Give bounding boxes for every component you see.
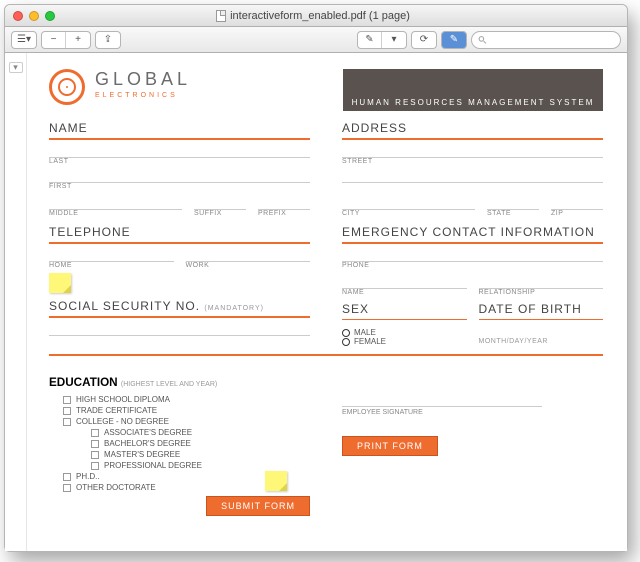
sex-section: SEX MALE FEMALE bbox=[342, 302, 467, 346]
edu-trade-checkbox[interactable]: TRADE CERTIFICATE bbox=[63, 406, 310, 415]
annotate-menu-button[interactable]: ▾ bbox=[382, 32, 406, 48]
edu-master-checkbox[interactable]: MASTER'S DEGREE bbox=[91, 450, 310, 459]
ec-rel-input[interactable] bbox=[479, 279, 604, 289]
edu-bachelor-checkbox[interactable]: BACHELOR'S DEGREE bbox=[91, 439, 310, 448]
name-section: NAME LAST FIRST MIDDLE SUFFIX PREFIX bbox=[49, 121, 310, 217]
dob-section: DATE OF BIRTH MONTH/DAY/YEAR bbox=[479, 302, 604, 346]
suffix-input[interactable] bbox=[194, 200, 246, 210]
rotate-button[interactable]: ⟳ bbox=[412, 32, 436, 48]
edu-associate-checkbox[interactable]: ASSOCIATE'S DEGREE bbox=[91, 428, 310, 437]
markup-toggle-button[interactable]: ✎ bbox=[442, 32, 466, 48]
prefix-input[interactable] bbox=[258, 200, 310, 210]
home-phone-input[interactable] bbox=[49, 252, 174, 262]
share-button[interactable]: ⇪ bbox=[96, 32, 120, 48]
zoom-window-button[interactable] bbox=[45, 11, 55, 21]
ssn-input[interactable] bbox=[49, 326, 310, 336]
pdf-page: GLOBAL ELECTRONICS HUMAN RESOURCES MANAG… bbox=[35, 59, 617, 541]
zoom-out-button[interactable]: − bbox=[42, 32, 66, 48]
edu-college-nd-checkbox[interactable]: COLLEGE - NO DEGREE bbox=[63, 417, 310, 426]
company-logo-icon bbox=[49, 69, 85, 105]
address-section: ADDRESS STREET CITY STATE ZIP bbox=[342, 121, 603, 217]
city-input[interactable] bbox=[342, 200, 475, 210]
company-name: GLOBAL ELECTRONICS bbox=[95, 69, 191, 99]
search-field[interactable] bbox=[471, 31, 621, 49]
search-input[interactable] bbox=[491, 34, 614, 45]
education-section: EDUCATION (HIGHEST LEVEL AND YEAR) HIGH … bbox=[49, 376, 310, 516]
work-phone-input[interactable] bbox=[186, 252, 311, 262]
pdf-file-icon bbox=[216, 10, 226, 22]
last-name-input[interactable] bbox=[49, 148, 310, 158]
emergency-contact-section: EMERGENCY CONTACT INFORMATION PHONE NAME… bbox=[342, 225, 603, 296]
sidebar-toggle-button[interactable]: ☰▾ bbox=[12, 32, 36, 48]
street-input[interactable] bbox=[342, 148, 603, 158]
print-form-button[interactable]: PRINT FORM bbox=[342, 436, 438, 456]
signature-field[interactable]: EMPLOYEE SIGNATURE bbox=[342, 406, 542, 416]
window-title: interactiveform_enabled.pdf (1 page) bbox=[230, 10, 410, 22]
page-thumbnail-gutter: ▾ bbox=[5, 53, 27, 551]
telephone-section: TELEPHONE HOME WORK bbox=[49, 225, 310, 293]
middle-name-input[interactable] bbox=[49, 200, 182, 210]
sex-female-radio[interactable]: FEMALE bbox=[342, 337, 467, 346]
edu-hs-checkbox[interactable]: HIGH SCHOOL DIPLOMA bbox=[63, 395, 310, 404]
system-title-banner: HUMAN RESOURCES MANAGEMENT SYSTEM bbox=[343, 69, 603, 111]
zoom-in-button[interactable]: + bbox=[66, 32, 90, 48]
sticky-note-icon[interactable] bbox=[265, 471, 287, 491]
annotate-button[interactable]: ✎ bbox=[358, 32, 382, 48]
toolbar: ☰▾ − + ⇪ ✎ ▾ ⟳ ✎ bbox=[5, 27, 627, 53]
zip-input[interactable] bbox=[551, 200, 603, 210]
first-name-input[interactable] bbox=[49, 173, 310, 183]
sticky-note-icon[interactable] bbox=[49, 273, 71, 293]
state-input[interactable] bbox=[487, 200, 539, 210]
ec-name-input[interactable] bbox=[342, 279, 467, 289]
dob-input[interactable]: MONTH/DAY/YEAR bbox=[479, 338, 604, 345]
ssn-section: SOCIAL SECURITY NO. (MANDATORY) bbox=[49, 299, 310, 336]
sex-male-radio[interactable]: MALE bbox=[342, 328, 467, 337]
submit-form-button[interactable]: SUBMIT FORM bbox=[206, 496, 310, 516]
close-window-button[interactable] bbox=[13, 11, 23, 21]
search-icon bbox=[478, 35, 487, 45]
titlebar: interactiveform_enabled.pdf (1 page) bbox=[5, 5, 627, 27]
ec-phone-input[interactable] bbox=[342, 252, 603, 262]
pdf-preview-window: interactiveform_enabled.pdf (1 page) ☰▾ … bbox=[4, 4, 628, 552]
thumbnail-icon[interactable]: ▾ bbox=[9, 62, 23, 73]
minimize-window-button[interactable] bbox=[29, 11, 39, 21]
